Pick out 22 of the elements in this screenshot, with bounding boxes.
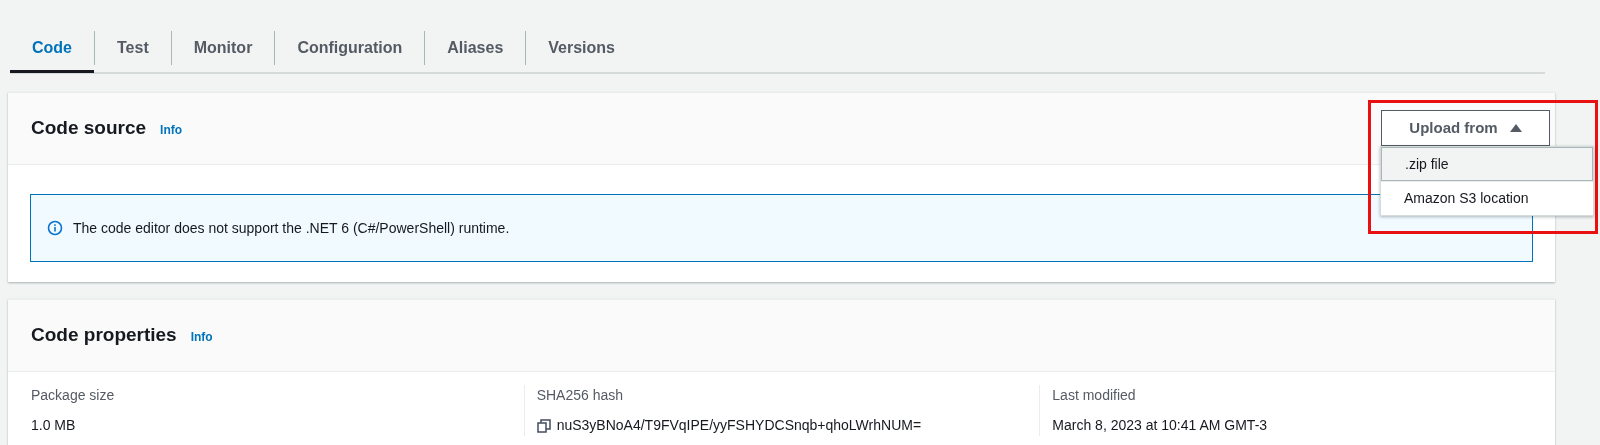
panel-title: Code properties: [31, 323, 177, 348]
tab[interactable]: Monitor: [171, 25, 275, 73]
field-label: Package size: [31, 386, 116, 405]
info-link[interactable]: Info: [190, 328, 213, 346]
panel-title: Code source: [31, 116, 147, 141]
menu-item[interactable]: Amazon S3 location: [1381, 181, 1593, 215]
field-value: nuS3yBNoA4/T9FVqIPE/yyFSHYDCSnqb+qhoLWrhNUM=: [556, 416, 922, 435]
copy-icon[interactable]: [536, 418, 551, 433]
field-value: March 8, 2023 at 10:41 AM GMT-3: [1052, 416, 1268, 435]
alert-text: The code editor does not support the .NET 6 (C#/PowerShell) runtime.: [73, 218, 510, 238]
tab[interactable]: Aliases: [425, 25, 526, 73]
tab[interactable]: Configuration: [275, 25, 425, 73]
tab[interactable]: Test: [95, 25, 171, 73]
info-link[interactable]: Info: [160, 121, 183, 139]
field-label: SHA256 hash: [536, 386, 625, 405]
caret-icon: [1509, 124, 1522, 132]
field-label: Last modified: [1052, 386, 1137, 405]
upload-button[interactable]: Upload from: [1381, 110, 1550, 146]
tab[interactable]: Versions: [526, 25, 637, 73]
field-value: 1.0 MB: [31, 416, 76, 435]
info-icon: [47, 220, 63, 236]
menu-item[interactable]: .zip file: [1381, 147, 1593, 181]
